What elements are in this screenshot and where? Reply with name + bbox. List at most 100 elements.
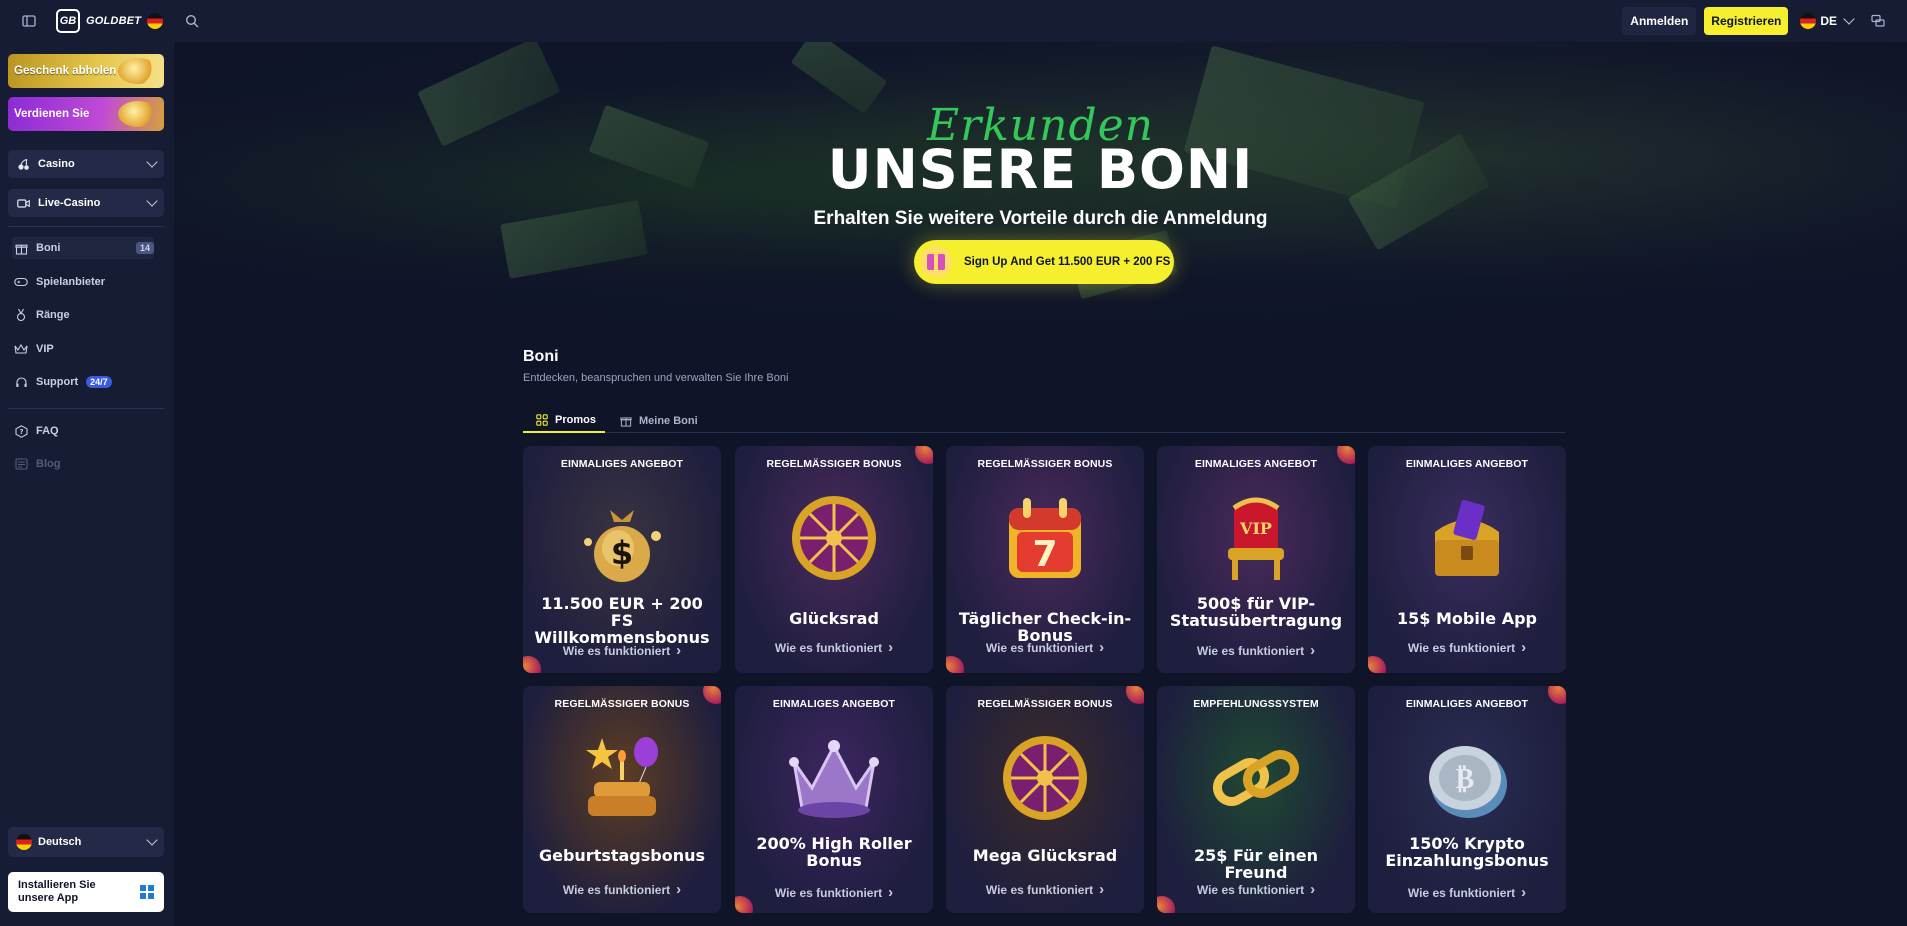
live-casino-label: Live-Casino xyxy=(38,197,101,209)
casino-label: Casino xyxy=(38,158,75,170)
gift-icon xyxy=(14,241,28,255)
how-it-works-link[interactable]: Wie es funktioniert xyxy=(1157,881,1355,898)
how-it-works-link[interactable]: Wie es funktioniert xyxy=(523,642,721,659)
sidebar-language-selector[interactable]: Deutsch xyxy=(8,827,164,857)
earn-label: Verdienen Sie xyxy=(14,108,90,120)
sidebar-item-label: Blog xyxy=(36,458,61,470)
germany-flag-icon xyxy=(16,834,32,850)
sidebar-item-vip[interactable]: VIP xyxy=(14,338,156,360)
how-it-works-link[interactable]: Wie es funktioniert xyxy=(735,884,933,901)
boni-count-badge: 14 xyxy=(135,242,154,254)
bonus-card[interactable]: EINMALIGES ANGEBOT $11.500 EUR + 200 FS W… xyxy=(523,446,721,673)
bonus-card[interactable]: EMPFEHLUNGSSYSTEM 25$ Für einen Freund Wie… xyxy=(1157,686,1355,913)
login-button[interactable]: Anmelden xyxy=(1622,7,1697,35)
bonus-tabs: Promos Meine Boni xyxy=(523,408,1565,433)
cake-icon xyxy=(567,726,677,830)
tab-label: Meine Boni xyxy=(639,414,698,427)
sidebar-item-blog[interactable]: Blog xyxy=(14,453,156,475)
sidebar-item-label: VIP xyxy=(36,343,54,355)
how-it-works-link[interactable]: Wie es funktioniert xyxy=(1368,884,1566,901)
gamepad-icon xyxy=(14,275,28,289)
bonus-type-tag: EINMALIGES ANGEBOT xyxy=(1405,458,1529,470)
earn-button[interactable]: Verdienen Sie xyxy=(8,97,164,131)
chevron-down-icon xyxy=(146,834,158,846)
grid-icon xyxy=(535,413,549,427)
bonus-card[interactable]: REGELMÄSSIGER BONUS 7 Täglicher Check-in-B… xyxy=(946,446,1144,673)
calendar-icon: 7 xyxy=(990,486,1100,590)
bonus-type-tag: EINMALIGES ANGEBOT xyxy=(1405,698,1529,710)
tab-meine-boni[interactable]: Meine Boni xyxy=(619,408,698,433)
chevron-down-icon xyxy=(146,156,158,168)
germany-flag-icon xyxy=(147,13,164,29)
bonus-card[interactable]: EINMALIGES ANGEBOT ₿ 150% Krypto Einzahlun… xyxy=(1368,686,1566,913)
crown-icon xyxy=(779,726,889,830)
sidebar-item-boni[interactable]: Boni 14 xyxy=(12,237,154,259)
section-subtitle: Entdecken, beanspruchen und verwalten Si… xyxy=(523,372,789,384)
install-app-button[interactable]: Installieren Sie unsere App xyxy=(8,872,164,912)
bonus-card[interactable]: REGELMÄSSIGER BONUS Glücksrad Wie es funkt… xyxy=(735,446,933,673)
bonus-title: 11.500 EUR + 200 FS Willkommensbonus xyxy=(534,594,710,647)
crypto-coin-icon: ₿ xyxy=(1412,726,1522,830)
sidebar-toggle-icon[interactable] xyxy=(16,8,42,34)
hero-banner: Erkunden UNSERE BONI Erhalten Sie weiter… xyxy=(174,42,1907,332)
medal-icon xyxy=(14,308,28,322)
wheel-icon xyxy=(779,486,889,590)
sidebar-item-label: Spielanbieter xyxy=(36,276,106,288)
chat-icon[interactable] xyxy=(1865,8,1891,34)
live-casino-dropdown[interactable]: Live-Casino xyxy=(8,189,164,217)
headset-icon xyxy=(14,375,28,389)
svg-text:$: $ xyxy=(611,534,633,572)
section-title: Boni xyxy=(523,348,559,365)
hero-title: UNSERE BONI xyxy=(827,138,1254,201)
casino-dropdown[interactable]: Casino xyxy=(8,150,164,178)
germany-flag-icon xyxy=(1800,13,1817,29)
chevron-down-icon xyxy=(1843,13,1855,25)
tab-promos[interactable]: Promos xyxy=(523,408,605,433)
sidebar-item-label: Support xyxy=(36,376,79,388)
chain-link-icon xyxy=(1201,726,1311,830)
sidebar-item-spielanbieter[interactable]: Spielanbieter xyxy=(14,271,156,293)
bonus-card[interactable]: REGELMÄSSIGER BONUS Geburtstagsbonus Wie e… xyxy=(523,686,721,913)
language-selector[interactable]: DE xyxy=(1796,7,1857,35)
how-it-works-link[interactable]: Wie es funktioniert xyxy=(735,639,933,656)
sidebar-item-faq[interactable]: ? FAQ xyxy=(14,420,156,442)
signup-cta-button[interactable]: Sign Up And Get 11.500 EUR + 200 FS xyxy=(914,240,1174,284)
sidebar: Geschenk abholen Verdienen Sie Casino Li… xyxy=(0,42,174,926)
how-it-works-link[interactable]: Wie es funktioniert xyxy=(523,881,721,898)
cherries-icon xyxy=(16,157,30,171)
coin-icon xyxy=(118,101,158,127)
sidebar-item-label: FAQ xyxy=(36,425,59,437)
chip-decoration xyxy=(1157,896,1175,913)
brand-name: GOLDBET xyxy=(86,15,142,27)
vip-throne-icon: VIP xyxy=(1201,486,1311,590)
bonus-card[interactable]: EINMALIGES ANGEBOT VIP 500$ für VIP-Status… xyxy=(1157,446,1355,673)
bonus-card[interactable]: EINMALIGES ANGEBOT 200% High Roller Bonus… xyxy=(735,686,933,913)
question-icon: ? xyxy=(14,424,28,438)
video-camera-icon xyxy=(16,196,30,210)
svg-text:VIP: VIP xyxy=(1239,519,1272,538)
search-icon[interactable] xyxy=(179,8,205,34)
register-button[interactable]: Registrieren xyxy=(1704,7,1789,35)
sidebar-item-raenge[interactable]: Ränge xyxy=(14,304,156,326)
bonus-card[interactable]: REGELMÄSSIGER BONUS Mega Glücksrad Wie es … xyxy=(946,686,1144,913)
gift-icon xyxy=(920,246,952,278)
how-it-works-link[interactable]: Wie es funktioniert xyxy=(946,639,1144,656)
gift-claim-button[interactable]: Geschenk abholen xyxy=(8,54,164,88)
divider xyxy=(8,408,164,409)
gift-claim-label: Geschenk abholen xyxy=(14,65,117,77)
sidebar-item-label: Boni xyxy=(36,242,61,254)
blog-icon xyxy=(14,457,28,471)
svg-text:₿: ₿ xyxy=(1456,762,1475,795)
sidebar-item-support[interactable]: Support 24/7 xyxy=(14,371,156,393)
crown-icon xyxy=(14,342,28,356)
bonus-title: 15$ Mobile App xyxy=(1396,609,1537,628)
how-it-works-link[interactable]: Wie es funktioniert xyxy=(946,881,1144,898)
bonus-title: Mega Glücksrad xyxy=(972,846,1118,865)
how-it-works-link[interactable]: Wie es funktioniert xyxy=(1157,642,1355,659)
bonus-card[interactable]: EINMALIGES ANGEBOT 15$ Mobile App Wie es f… xyxy=(1368,446,1566,673)
chip-decoration xyxy=(1368,656,1386,673)
windows-icon xyxy=(140,885,154,899)
bonus-type-tag: REGELMÄSSIGER BONUS xyxy=(977,458,1113,470)
how-it-works-link[interactable]: Wie es funktioniert xyxy=(1368,639,1566,656)
brand-logo[interactable]: GB GOLDBET xyxy=(56,9,164,33)
